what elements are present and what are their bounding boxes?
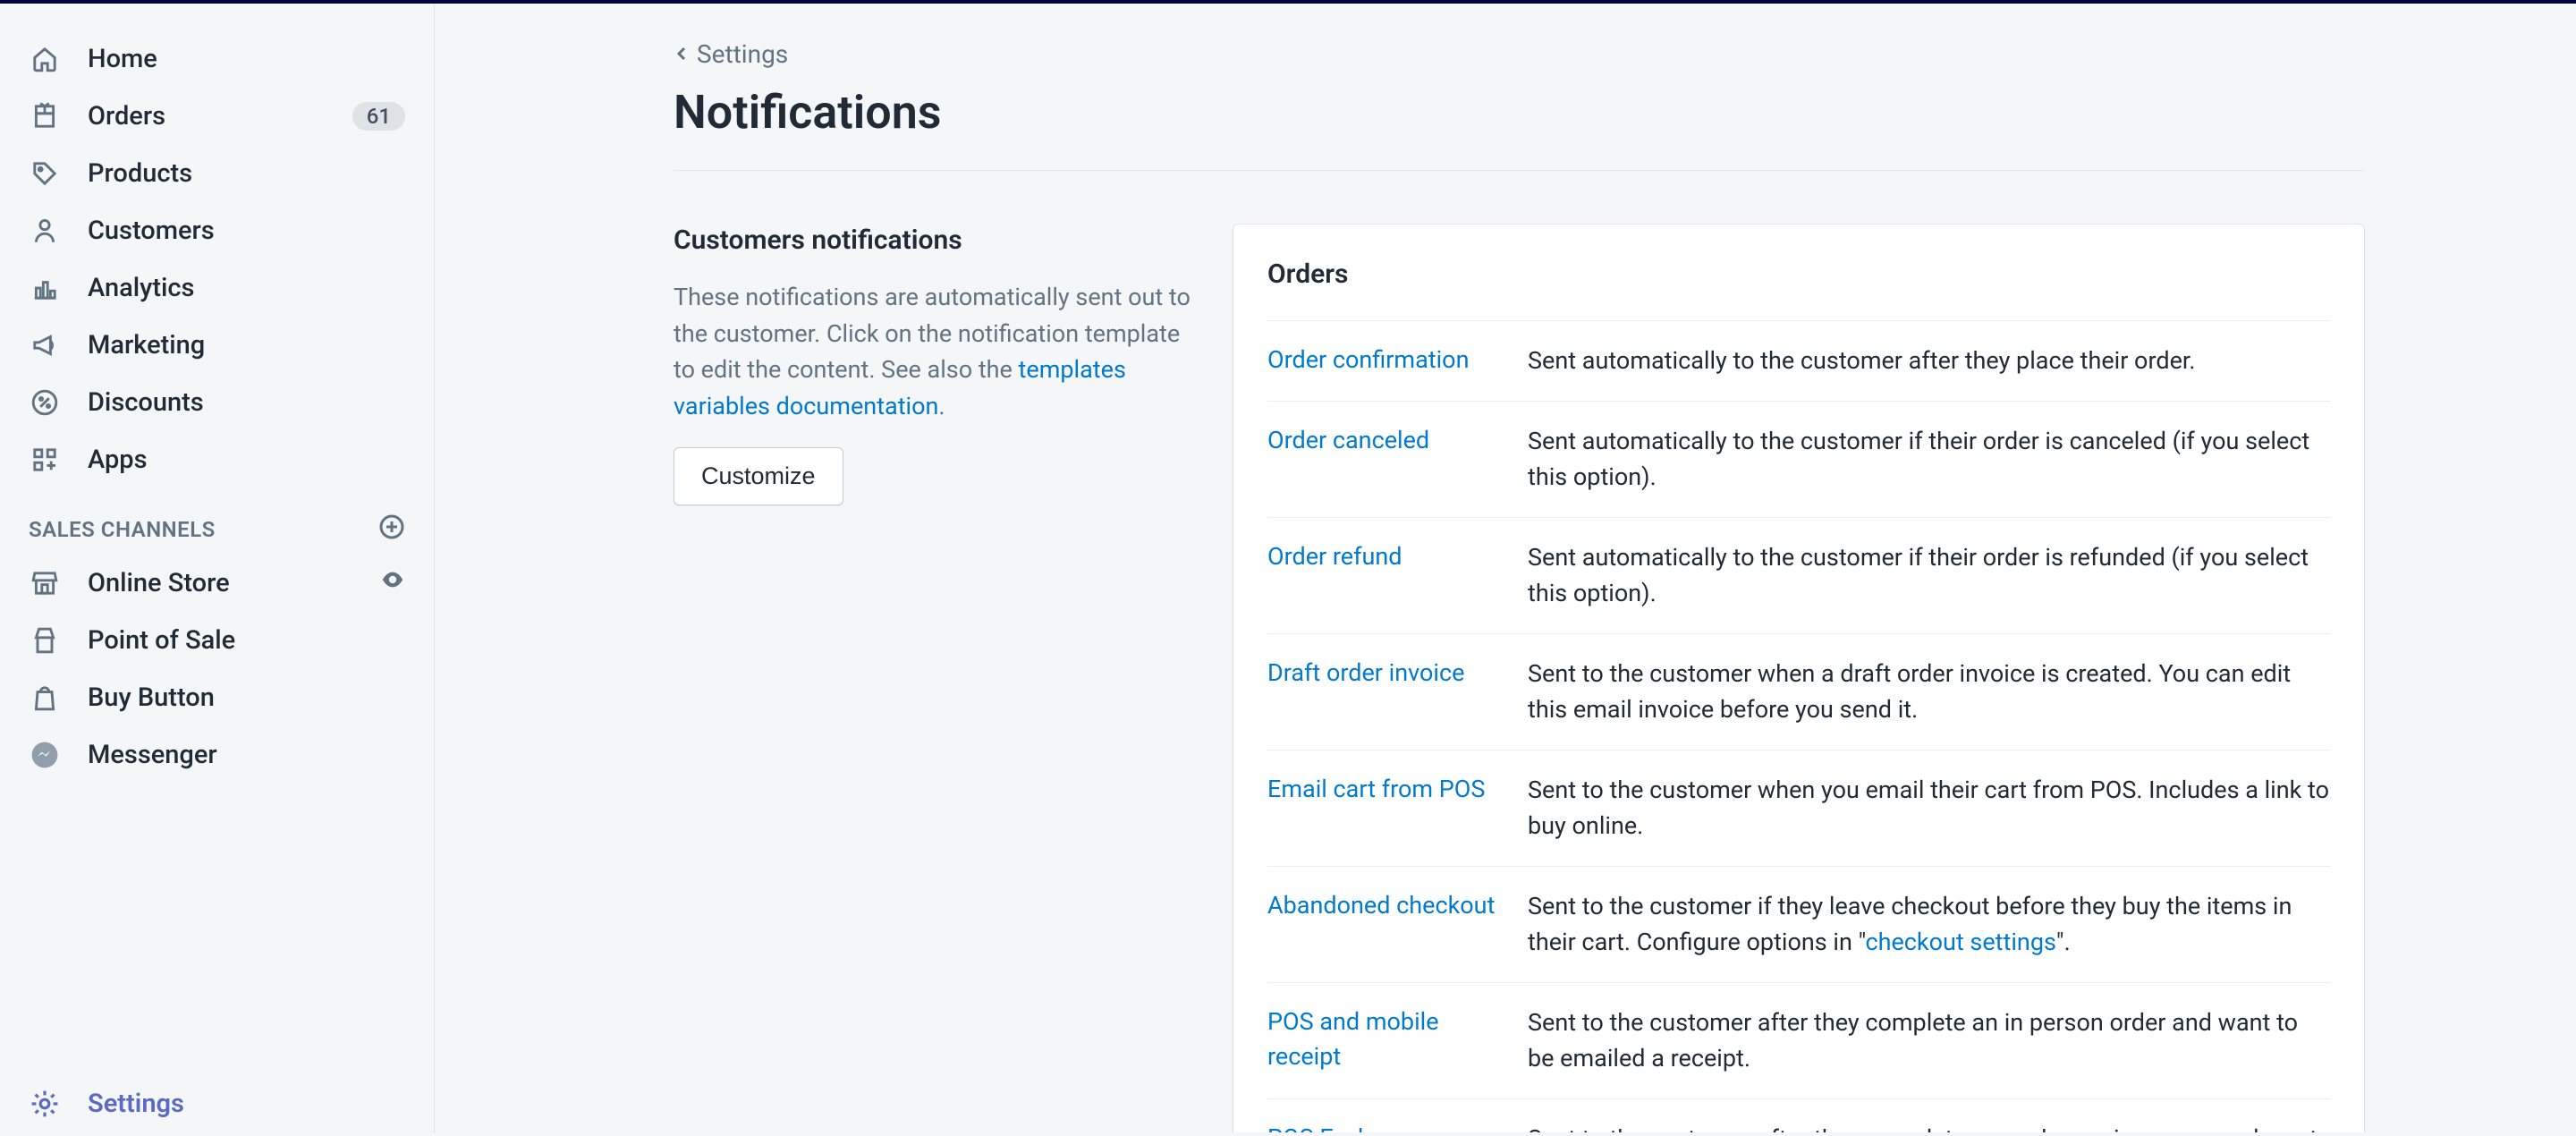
sidebar-item-apps[interactable]: Apps [0, 431, 434, 488]
notification-row: Email cart from POS Sent to the customer … [1267, 750, 2330, 866]
sidebar-item-label: Apps [88, 445, 405, 475]
notification-link[interactable]: Draft order invoice [1267, 656, 1496, 728]
notification-description: Sent to the customer when you email thei… [1528, 772, 2330, 844]
orders-card: Orders Order confirmation Sent automatica… [1233, 225, 2364, 1132]
chevron-left-icon [674, 39, 691, 69]
gear-icon [29, 1088, 61, 1120]
products-icon [29, 157, 61, 190]
breadcrumb[interactable]: Settings [674, 39, 2364, 69]
notification-description: Sent automatically to the customer if th… [1528, 539, 2330, 612]
notification-row: Draft order invoice Sent to the customer … [1267, 633, 2330, 750]
section-heading: Customers notifications [674, 225, 1198, 256]
notification-link[interactable]: Order refund [1267, 539, 1496, 612]
notification-description: Sent automatically to the customer if th… [1528, 423, 2330, 496]
sidebar-channel-buy-button[interactable]: Buy Button [0, 669, 434, 726]
sidebar-item-marketing[interactable]: Marketing [0, 317, 434, 374]
sidebar-item-label: Orders [88, 101, 326, 131]
notification-link[interactable]: Abandoned checkout [1267, 888, 1496, 961]
customize-button[interactable]: Customize [674, 447, 843, 505]
home-icon [29, 43, 61, 75]
eye-icon[interactable] [380, 567, 405, 599]
sidebar-item-customers[interactable]: Customers [0, 202, 434, 259]
notification-row: POS and mobile receipt Sent to the custom… [1267, 982, 2330, 1098]
badge: 61 [352, 102, 405, 131]
apps-icon [29, 444, 61, 476]
sidebar-item-label: Products [88, 158, 405, 189]
sidebar-item-label: Analytics [88, 273, 405, 303]
notification-row: Order canceled Sent automatically to the … [1267, 401, 2330, 517]
notification-row: Order confirmation Sent automatically to … [1267, 320, 2330, 401]
marketing-icon [29, 329, 61, 361]
sales-channels-header: SALES CHANNELS [0, 488, 434, 555]
sidebar-item-label: Marketing [88, 330, 405, 360]
card-heading: Orders [1267, 259, 2330, 290]
sidebar-item-label: Messenger [88, 740, 405, 770]
section-description: Customers notifications These notificati… [674, 225, 1198, 1132]
sidebar-item-label: Discounts [88, 387, 405, 418]
messenger-icon [29, 739, 61, 771]
pos-icon [29, 624, 61, 657]
notification-link[interactable]: Order confirmation [1267, 343, 1496, 379]
sidebar-item-label: Home [88, 44, 405, 74]
sidebar-channel-online-store[interactable]: Online Store [0, 555, 434, 612]
notification-description: Sent to the customer after they complete… [1528, 1121, 2330, 1133]
sidebar-item-discounts[interactable]: Discounts [0, 374, 434, 431]
page-title: Notifications [674, 85, 2364, 171]
sidebar-item-settings[interactable]: Settings [0, 1075, 434, 1132]
sidebar-item-analytics[interactable]: Analytics [0, 259, 434, 317]
sidebar-item-label: Online Store [88, 568, 353, 598]
sidebar-item-label: Buy Button [88, 682, 405, 713]
notification-row: Abandoned checkout Sent to the customer i… [1267, 866, 2330, 982]
main-content: Settings Notifications Customers notific… [435, 4, 2576, 1132]
sidebar-item-home[interactable]: Home [0, 30, 434, 88]
add-channel-icon[interactable] [378, 513, 405, 546]
breadcrumb-label: Settings [697, 39, 788, 69]
sidebar-channel-messenger[interactable]: Messenger [0, 726, 434, 784]
notification-description: Sent to the customer if they leave check… [1528, 888, 2330, 961]
notification-row: Order refund Sent automatically to the cu… [1267, 517, 2330, 633]
notification-description: Sent automatically to the customer after… [1528, 343, 2330, 379]
sidebar-item-orders[interactable]: Orders 61 [0, 88, 434, 145]
sidebar-channel-pos[interactable]: Point of Sale [0, 612, 434, 669]
store-icon [29, 567, 61, 599]
notification-description: Sent to the customer when a draft order … [1528, 656, 2330, 728]
settings-label: Settings [88, 1089, 405, 1119]
discounts-icon [29, 386, 61, 419]
sales-channels-label: SALES CHANNELS [29, 517, 216, 542]
notification-link[interactable]: Order canceled [1267, 423, 1496, 496]
analytics-icon [29, 272, 61, 304]
sidebar-item-label: Point of Sale [88, 625, 405, 656]
notification-link[interactable]: Email cart from POS [1267, 772, 1496, 844]
section-description-text: These notifications are automatically se… [674, 279, 1198, 424]
sidebar: Home Orders 61 Products Customers Analytics Ma… [0, 4, 435, 1132]
orders-icon [29, 100, 61, 132]
bag-icon [29, 682, 61, 714]
sidebar-item-label: Customers [88, 216, 405, 246]
customers-icon [29, 215, 61, 247]
notification-link[interactable]: POS and mobile receipt [1267, 1005, 1496, 1077]
sidebar-item-products[interactable]: Products [0, 145, 434, 202]
notification-link[interactable]: POS Exchange Receipt [1267, 1121, 1496, 1133]
notification-row: POS Exchange Receipt Sent to the customer… [1267, 1098, 2330, 1133]
notification-description: Sent to the customer after they complete… [1528, 1005, 2330, 1077]
checkout-settings-link[interactable]: checkout settings [1865, 928, 2055, 956]
